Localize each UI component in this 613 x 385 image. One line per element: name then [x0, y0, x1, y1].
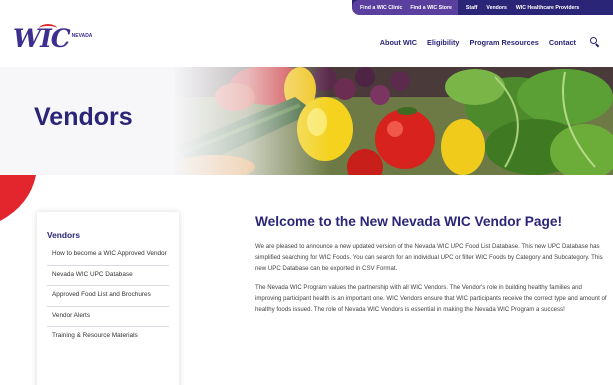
staff-link[interactable]: Staff — [466, 5, 478, 11]
page-title: Vendors — [34, 103, 133, 131]
sidebar-item-food-list[interactable]: Approved Food List and Brochures — [47, 286, 169, 307]
main-nav: About WIC Eligibility Program Resources … — [380, 37, 600, 48]
red-swoosh-decoration — [0, 175, 36, 221]
vendors-link[interactable]: Vendors — [486, 5, 506, 11]
logo-swoosh — [39, 24, 57, 33]
sidebar-title: Vendors — [47, 230, 81, 240]
main-content: Welcome to the New Nevada WIC Vendor Pag… — [255, 214, 607, 322]
intro-paragraph: We are pleased to announce a new updated… — [255, 243, 603, 273]
sidebar-nav: Vendors How to become a WIC Approved Ven… — [37, 212, 179, 385]
logo-state: NEVADA — [71, 33, 93, 39]
nav-about-wic[interactable]: About WIC — [380, 38, 417, 47]
find-clinic-link[interactable]: Find a WIC Clinic — [360, 5, 402, 11]
sidebar-item-upc-database[interactable]: Nevada WIC UPC Database — [47, 266, 169, 286]
sidebar-item-training[interactable]: Training & Resource Materials — [47, 327, 169, 347]
utility-bar: Find a WIC Clinic Find a WIC Store Staff… — [352, 0, 613, 15]
wic-nevada-logo[interactable]: WIC NEVADA — [13, 24, 93, 51]
site-header: WIC NEVADA About WIC Eligibility Program… — [0, 15, 613, 67]
page: Find a WIC Clinic Find a WIC Store Staff… — [0, 0, 613, 385]
sidebar-item-vendor-alerts[interactable]: Vendor Alerts — [47, 307, 169, 327]
search-icon[interactable] — [590, 37, 600, 48]
healthcare-providers-link[interactable]: WIC Healthcare Providers — [516, 5, 579, 11]
nav-program-resources[interactable]: Program Resources — [469, 38, 538, 47]
partnership-paragraph: The Nevada WIC Program values the partne… — [255, 283, 607, 314]
nav-contact[interactable]: Contact — [549, 38, 576, 47]
sidebar-item-become-vendor[interactable]: How to become a WIC Approved Vendor — [47, 245, 169, 266]
content-heading: Welcome to the New Nevada WIC Vendor Pag… — [255, 214, 563, 229]
find-links-group: Find a WIC Clinic Find a WIC Store — [352, 0, 458, 15]
audience-links-group: Staff Vendors WIC Healthcare Providers — [458, 5, 579, 11]
find-store-link[interactable]: Find a WIC Store — [410, 5, 452, 11]
hero-banner: Vendors — [0, 67, 613, 175]
nav-eligibility[interactable]: Eligibility — [427, 38, 459, 47]
